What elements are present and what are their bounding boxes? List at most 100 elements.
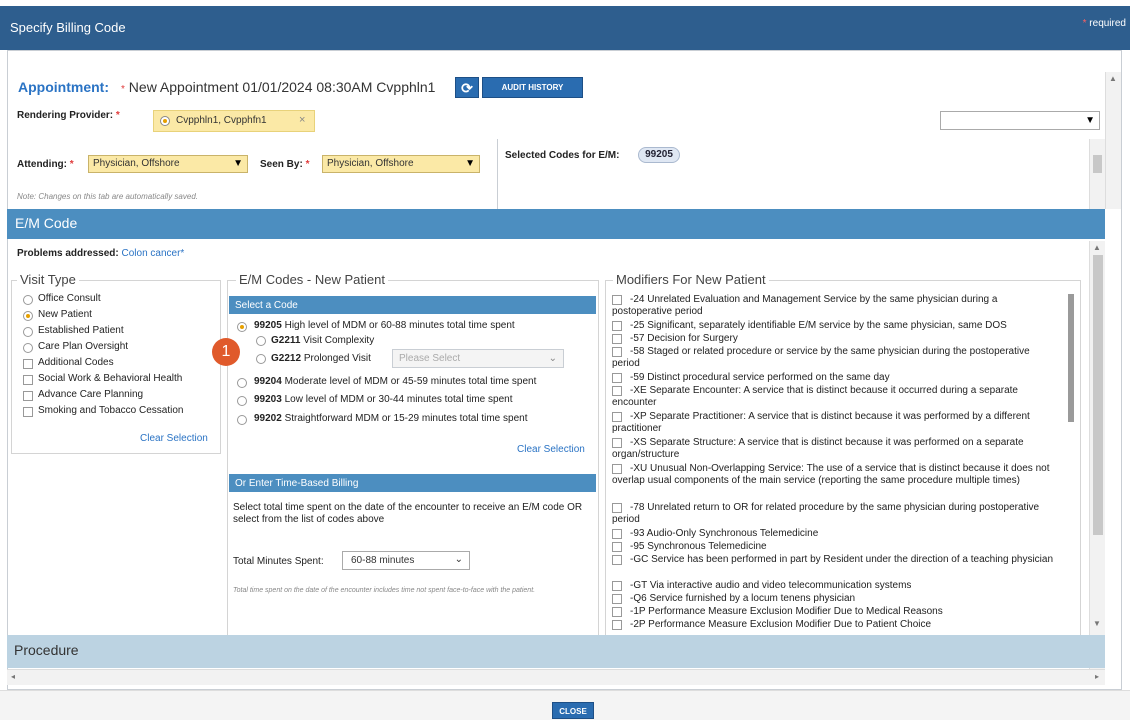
scroll-left-icon[interactable]: ◂: [11, 672, 15, 681]
prolonged-visit-select[interactable]: Please Select ⌄: [392, 349, 564, 368]
modifier-item[interactable]: -25 Significant, separately identifiable…: [612, 320, 1060, 332]
scroll-up-icon[interactable]: ▲: [1109, 74, 1117, 83]
modifier-item[interactable]: -XP Separate Practitioner: A service tha…: [612, 411, 1060, 435]
em-codes-clear-link[interactable]: Clear Selection: [517, 444, 585, 455]
modifier-checkbox[interactable]: [612, 334, 622, 344]
visit-type-radio[interactable]: [23, 311, 33, 321]
modifier-checkbox[interactable]: [612, 464, 622, 474]
scrollbar-thumb[interactable]: [1093, 255, 1103, 535]
modifier-checkbox[interactable]: [612, 347, 622, 357]
modifier-checkbox[interactable]: [612, 295, 622, 305]
procedure-section-header[interactable]: Procedure: [7, 635, 1105, 668]
modifier-checkbox[interactable]: [612, 529, 622, 539]
horizontal-scrollbar[interactable]: ◂ ▸: [7, 669, 1105, 685]
modifier-item[interactable]: -59 Distinct procedural service performe…: [612, 372, 1060, 384]
modifier-checkbox[interactable]: [612, 555, 622, 565]
visit-type-legend: Visit Type: [17, 272, 79, 287]
chevron-down-icon: ▼: [233, 158, 243, 169]
modifier-item[interactable]: -XS Separate Structure: A service that i…: [612, 437, 1060, 461]
modifier-label: -58 Staged or related procedure or servi…: [612, 346, 1030, 369]
modifier-checkbox[interactable]: [612, 620, 622, 630]
visit-type-clear-link[interactable]: Clear Selection: [140, 433, 208, 444]
time-billing-header: Or Enter Time-Based Billing: [229, 474, 596, 492]
modifier-checkbox[interactable]: [612, 438, 622, 448]
modifier-item[interactable]: -78 Unrelated return to OR for related p…: [612, 502, 1060, 526]
rendering-provider-chip[interactable]: Cvpphln1, Cvpphfn1 ×: [153, 110, 315, 132]
modifier-label: -59 Distinct procedural service performe…: [630, 372, 890, 383]
modifier-item[interactable]: -95 Synchronous Telemedicine: [612, 541, 1060, 553]
visit-type-label: Advance Care Planning: [38, 389, 144, 400]
visit-type-label: Care Plan Oversight: [38, 341, 129, 352]
scroll-right-icon[interactable]: ▸: [1095, 672, 1099, 681]
modifier-item[interactable]: -XU Unusual Non-Overlapping Service: The…: [612, 463, 1060, 487]
em-code-header: E/M Code: [7, 209, 1105, 239]
modifier-checkbox[interactable]: [612, 542, 622, 552]
modifier-checkbox[interactable]: [612, 581, 622, 591]
appointment-required-mark: *: [121, 84, 125, 95]
selected-codes-scrollbar[interactable]: [1089, 139, 1105, 209]
scrollbar-thumb[interactable]: [1093, 155, 1102, 173]
attending-required-mark: *: [69, 159, 74, 170]
appointment-text: New Appointment 01/01/2024 08:30AM Cvpph…: [128, 79, 436, 95]
modifier-item[interactable]: -58 Staged or related procedure or servi…: [612, 346, 1060, 370]
modifier-checkbox[interactable]: [612, 594, 622, 604]
em-code-number: 99204: [254, 376, 282, 387]
visit-type-checkbox[interactable]: [23, 391, 33, 401]
scrollbar-thumb[interactable]: [1068, 294, 1074, 422]
modifier-checkbox[interactable]: [612, 607, 622, 617]
em-panel-scrollbar[interactable]: ▲ ▼: [1089, 241, 1105, 669]
problems-link[interactable]: Colon cancer: [122, 248, 181, 259]
g2212-radio[interactable]: [256, 354, 266, 364]
provider-extra-select[interactable]: ▼: [940, 111, 1100, 130]
audit-history-button[interactable]: AUDIT HISTORY: [482, 77, 583, 98]
scroll-up-icon[interactable]: ▲: [1093, 243, 1101, 252]
visit-type-label: New Patient: [38, 309, 92, 320]
modifier-item[interactable]: -1P Performance Measure Exclusion Modifi…: [612, 606, 1060, 618]
em-code-radio[interactable]: [237, 396, 247, 406]
scroll-down-icon[interactable]: ▼: [1093, 619, 1101, 628]
modifier-label: -78 Unrelated return to OR for related p…: [612, 502, 1040, 525]
modifier-item[interactable]: -Q6 Service furnished by a locum tenens …: [612, 593, 1060, 605]
em-code-radio[interactable]: [237, 415, 247, 425]
modifier-checkbox[interactable]: [612, 373, 622, 383]
g2211-radio[interactable]: [256, 336, 266, 346]
modifier-item[interactable]: -GT Via interactive audio and video tele…: [612, 580, 1060, 592]
selected-code-pill[interactable]: 99205: [638, 147, 680, 163]
modifier-item[interactable]: -24 Unrelated Evaluation and Management …: [612, 294, 1060, 318]
modifier-item[interactable]: -57 Decision for Surgery: [612, 333, 1060, 345]
modifier-item[interactable]: -2P Performance Measure Exclusion Modifi…: [612, 619, 1060, 631]
g2211-code: G2211: [271, 335, 301, 346]
close-button[interactable]: CLOSE: [552, 702, 594, 719]
modifier-item[interactable]: -GC Service has been performed in part b…: [612, 554, 1060, 566]
em-codes-legend: E/M Codes - New Patient: [236, 272, 388, 287]
modifier-checkbox[interactable]: [612, 503, 622, 513]
remove-provider-icon[interactable]: ×: [299, 114, 305, 126]
refresh-button[interactable]: ⟳: [455, 77, 479, 98]
dialog-titlebar: Specify Billing Code * required: [0, 0, 1130, 50]
seen-by-select[interactable]: Physician, Offshore ▼: [322, 155, 480, 173]
modifier-checkbox[interactable]: [612, 321, 622, 331]
modifier-item[interactable]: -93 Audio-Only Synchronous Telemedicine: [612, 528, 1060, 540]
modifiers-scrollbar[interactable]: [1066, 290, 1076, 630]
em-code-desc: Straightforward MDM or 15-29 minutes tot…: [284, 413, 528, 424]
main-scrollbar-top[interactable]: ▲: [1105, 72, 1121, 209]
appointment-label: Appointment:: [18, 79, 109, 95]
visit-type-checkbox[interactable]: [23, 375, 33, 385]
modifier-item[interactable]: -XE Separate Encounter: A service that i…: [612, 385, 1060, 409]
visit-type-checkbox[interactable]: [23, 359, 33, 369]
total-minutes-select[interactable]: 60-88 minutes ⌄: [342, 551, 470, 570]
visit-type-checkbox[interactable]: [23, 407, 33, 417]
visit-type-radio[interactable]: [23, 295, 33, 305]
problems-addressed: Problems addressed: Colon cancer*: [17, 248, 184, 259]
em-code-number: 99205: [254, 320, 282, 331]
em-code-radio[interactable]: [237, 378, 247, 388]
attending-select[interactable]: Physician, Offshore ▼: [88, 155, 248, 173]
modifier-checkbox[interactable]: [612, 412, 622, 422]
visit-type-radio[interactable]: [23, 327, 33, 337]
visit-type-label: Smoking and Tobacco Cessation: [38, 405, 184, 416]
em-code-radio[interactable]: [237, 322, 247, 332]
modifier-checkbox[interactable]: [612, 386, 622, 396]
dialog-title: Specify Billing Code: [10, 20, 126, 35]
prolonged-visit-placeholder: Please Select: [399, 353, 461, 364]
visit-type-radio[interactable]: [23, 343, 33, 353]
